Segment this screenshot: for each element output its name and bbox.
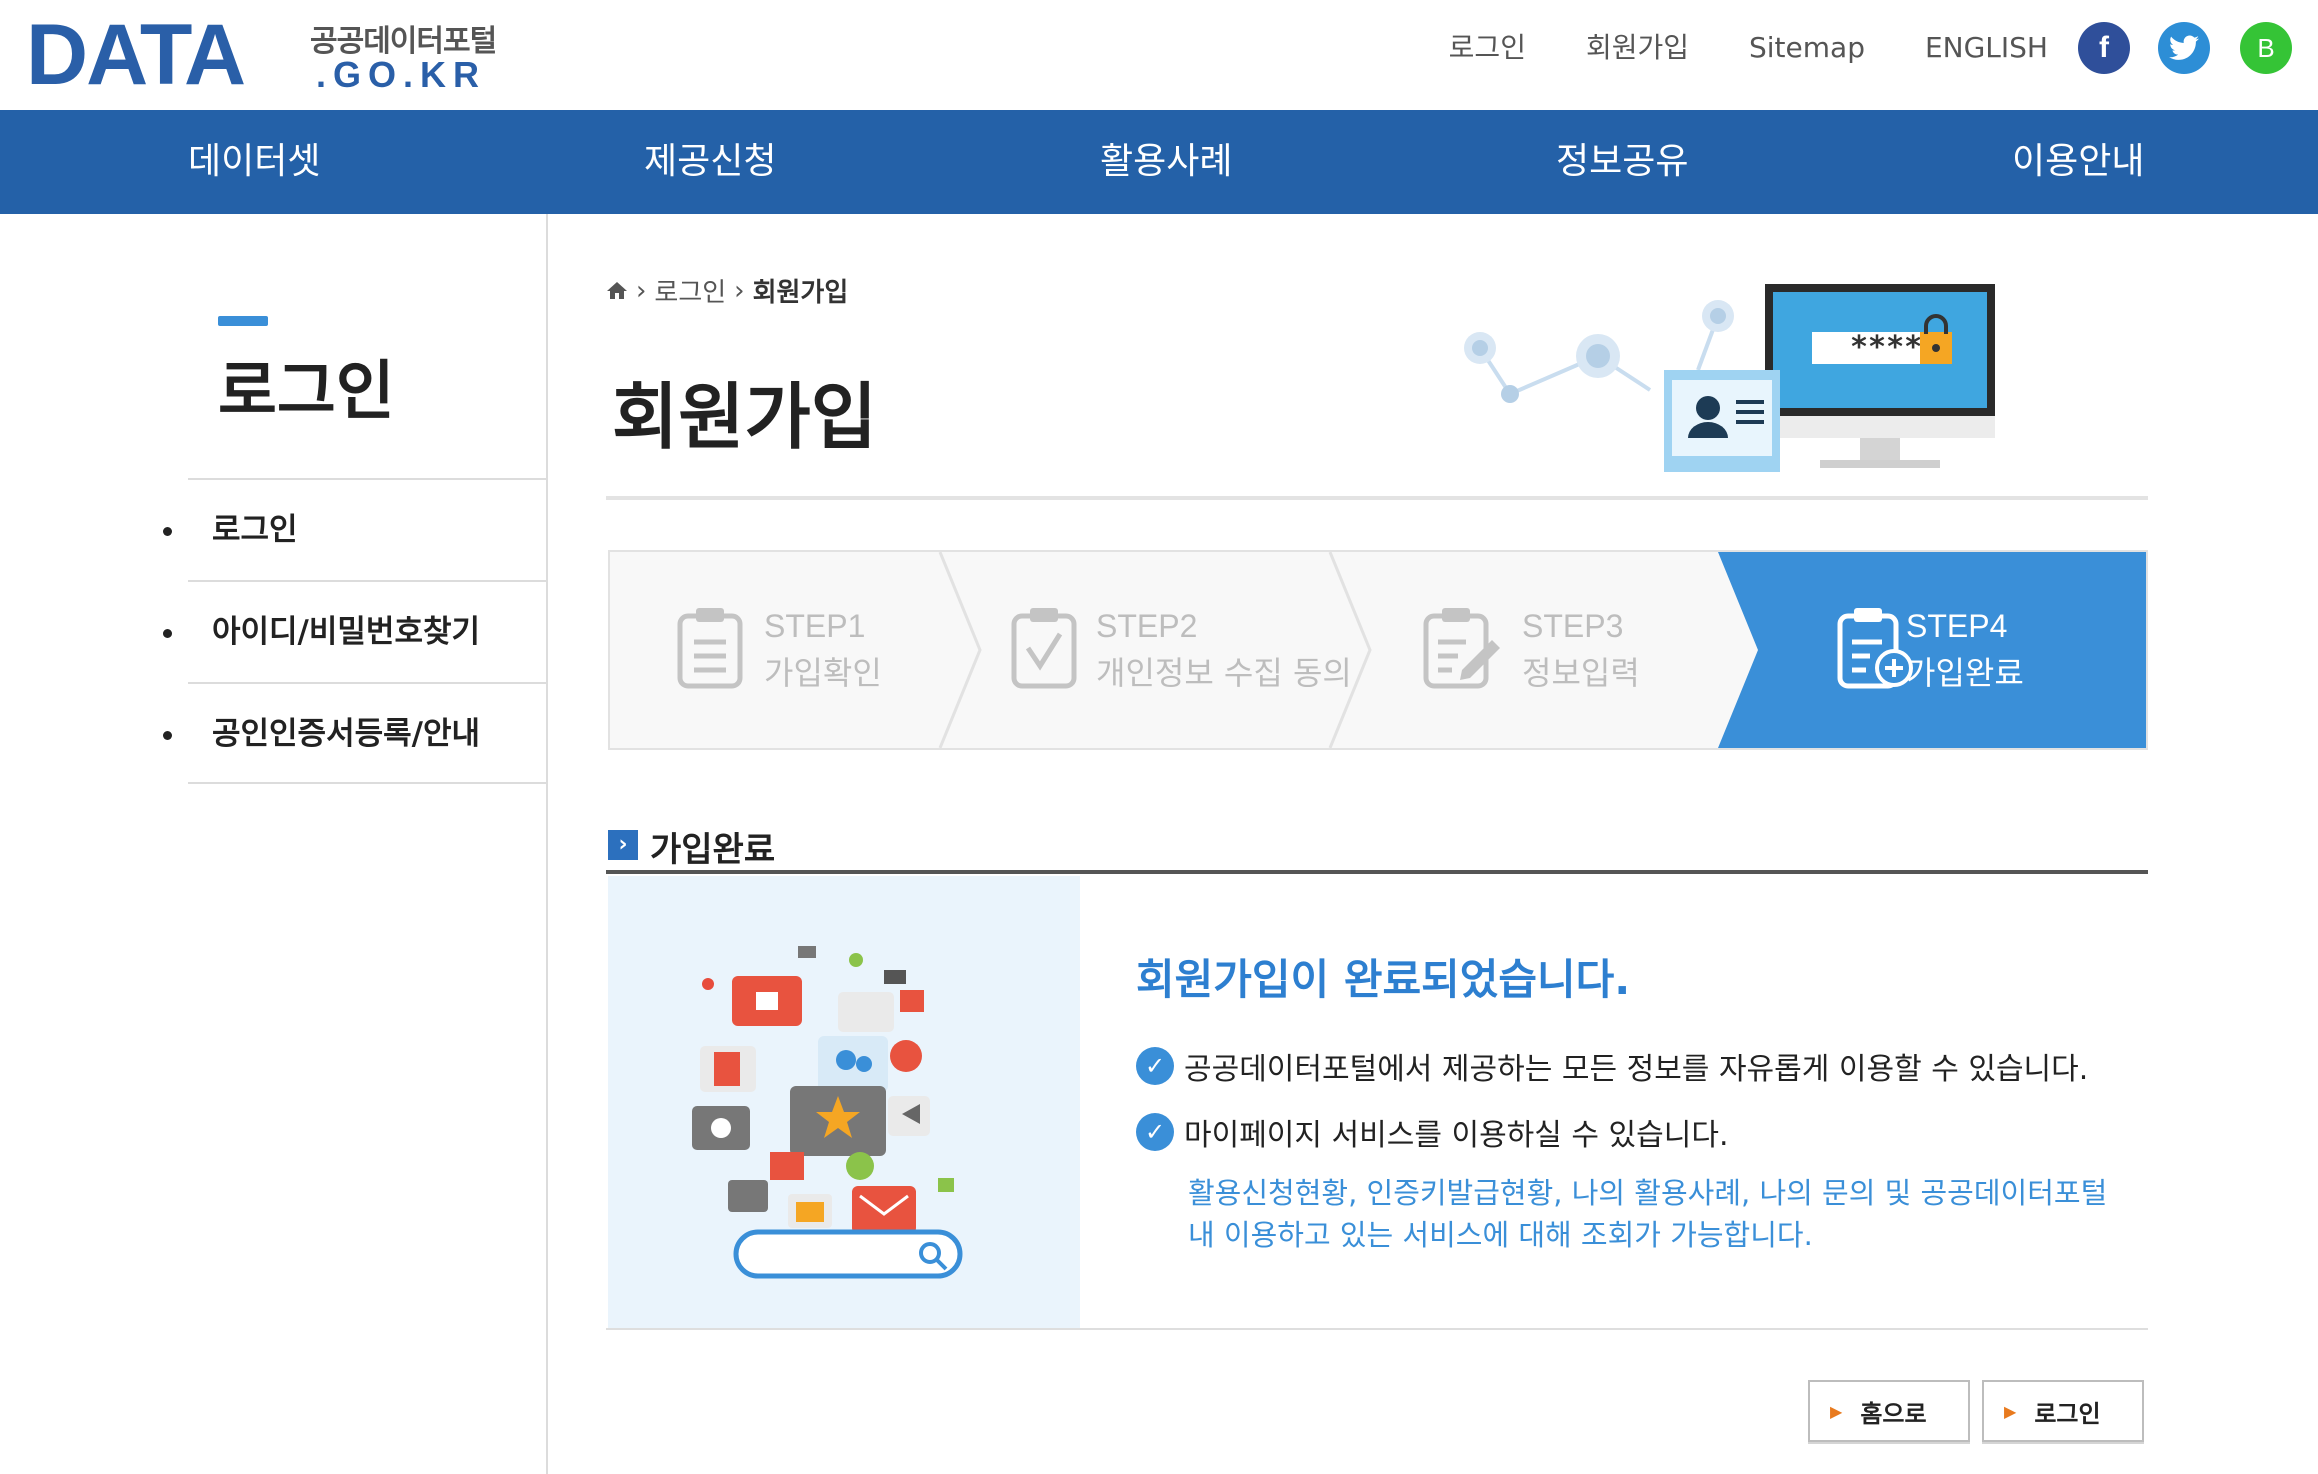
step-2-label: STEP2 (1096, 608, 1198, 644)
main-navigation: 데이터셋 제공신청 활용사례 정보공유 이용안내 (0, 110, 2318, 214)
mypage-service-note: 활용신청현황, 인증키발급현황, 나의 활용사례, 나의 문의 및 공공데이터포… (1188, 1176, 2108, 1252)
breadcrumb-separator-icon: › (734, 275, 745, 306)
signup-hero-illustration: **** (1464, 284, 1995, 472)
sidebar-divider (546, 214, 548, 1474)
illustration-panel (608, 876, 1080, 1328)
step-1-label: STEP1 (764, 608, 866, 644)
step-4-sub: 가입완료 (1906, 654, 2024, 692)
sidebar-item-certificate[interactable]: 공인인증서등록/안내 (188, 682, 546, 784)
breadcrumb-separator-icon: › (636, 275, 647, 306)
top-header: DATA 공공데이터포털 .GO.KR 로그인 회원가입 Sitemap ENG… (0, 0, 2318, 110)
login-button[interactable]: ▶ 로그인 (1982, 1380, 2144, 1442)
id-card-icon (1664, 370, 1780, 472)
blog-letter: B (2257, 32, 2275, 63)
clipboard-add-icon (1837, 608, 1913, 689)
breadcrumb: › 로그인 › 회원가입 (606, 272, 848, 309)
completion-point-text: 공공데이터포털에서 제공하는 모든 정보를 자유롭게 이용할 수 있습니다. (1184, 1052, 2089, 1087)
section-chevron-icon: › (608, 830, 638, 860)
step-3-sub: 정보입력 (1522, 654, 1640, 692)
blog-icon[interactable]: B (2240, 22, 2292, 74)
data-sharing-illustration (692, 946, 954, 1234)
caret-right-icon: ▶ (2004, 1401, 2017, 1421)
step-2-sub: 개인정보 수집 동의 (1096, 654, 1352, 692)
check-circle-icon: ✓ (1136, 1047, 1174, 1085)
home-button-label: 홈으로 (1860, 1399, 1927, 1428)
title-divider (606, 496, 2148, 500)
breadcrumb-item-current: 회원가입 (752, 278, 849, 308)
clipboard-check-icon (1011, 608, 1077, 689)
completion-point-1: ✓ 공공데이터포털에서 제공하는 모든 정보를 자유롭게 이용할 수 있습니다. (1136, 1044, 2088, 1088)
section-title: 가입완료 (650, 830, 776, 870)
sidebar-menu: 로그인 아이디/비밀번호찾기 공인인증서등록/안내 (188, 478, 546, 784)
monitor-icon: **** (1765, 284, 1995, 468)
signup-steps: STEP1 가입확인 STEP2 개인정보 수집 동의 STEP3 정보입력 S… (608, 550, 2148, 750)
gnb-item-dataset[interactable]: 데이터셋 (188, 110, 320, 214)
caret-right-icon: ▶ (1830, 1401, 1843, 1421)
step-4-label: STEP4 (1906, 608, 2008, 644)
home-button[interactable]: ▶ 홈으로 (1808, 1380, 1970, 1442)
gnb-item-usecases[interactable]: 활용사례 (1100, 110, 1232, 214)
step-1: STEP1 가입확인 (610, 552, 970, 748)
twitter-icon[interactable] (2158, 22, 2210, 74)
gnb-item-request[interactable]: 제공신청 (644, 110, 776, 214)
gnb-item-info[interactable]: 정보공유 (1556, 110, 1688, 214)
check-circle-icon: ✓ (1136, 1113, 1174, 1151)
util-link-join[interactable]: 회원가입 (1586, 28, 1689, 68)
breadcrumb-item-login[interactable]: 로그인 (654, 272, 726, 309)
completion-point-text: 마이페이지 서비스를 이용하실 수 있습니다. (1184, 1118, 1729, 1153)
password-mask-text: **** (1850, 330, 1922, 365)
util-link-sitemap[interactable]: Sitemap (1749, 28, 1865, 68)
clipboard-icon (677, 608, 743, 689)
search-bar-icon (733, 1229, 963, 1279)
signup-complete-panel (606, 874, 2148, 1330)
logo-main-text: DATA (26, 7, 246, 103)
sidebar-accent-bar (218, 316, 268, 326)
step-2: STEP2 개인정보 수집 동의 (980, 552, 1352, 748)
completion-point-2: ✓ 마이페이지 서비스를 이용하실 수 있습니다. (1136, 1110, 1728, 1154)
step-3-label: STEP3 (1522, 608, 1624, 644)
facebook-icon[interactable]: f (2078, 22, 2130, 74)
gnb-item-guide[interactable]: 이용안내 (2012, 110, 2144, 214)
sidebar-item-login[interactable]: 로그인 (188, 478, 546, 580)
step-3: STEP3 정보입력 (1370, 552, 1730, 748)
twitter-bird-icon (2169, 35, 2199, 60)
util-link-english[interactable]: ENGLISH (1925, 28, 2048, 68)
utility-links: 로그인 회원가입 Sitemap ENGLISH (1449, 28, 2048, 68)
step-4-active: STEP4 가입완료 (1758, 552, 2146, 748)
clipboard-edit-icon (1423, 608, 1500, 689)
home-icon[interactable] (606, 281, 628, 301)
sidebar-item-find-account[interactable]: 아이디/비밀번호찾기 (188, 580, 546, 682)
logo-domain-text: .GO.KR (316, 54, 487, 95)
login-button-label: 로그인 (2034, 1399, 2101, 1428)
util-link-login[interactable]: 로그인 (1449, 28, 1526, 68)
sidebar-title: 로그인 (218, 355, 395, 429)
facebook-letter: f (2099, 31, 2109, 64)
completion-title: 회원가입이 완료되었습니다. (1136, 955, 1631, 1004)
step-1-sub: 가입확인 (764, 654, 882, 692)
page-title: 회원가입 (612, 375, 877, 459)
